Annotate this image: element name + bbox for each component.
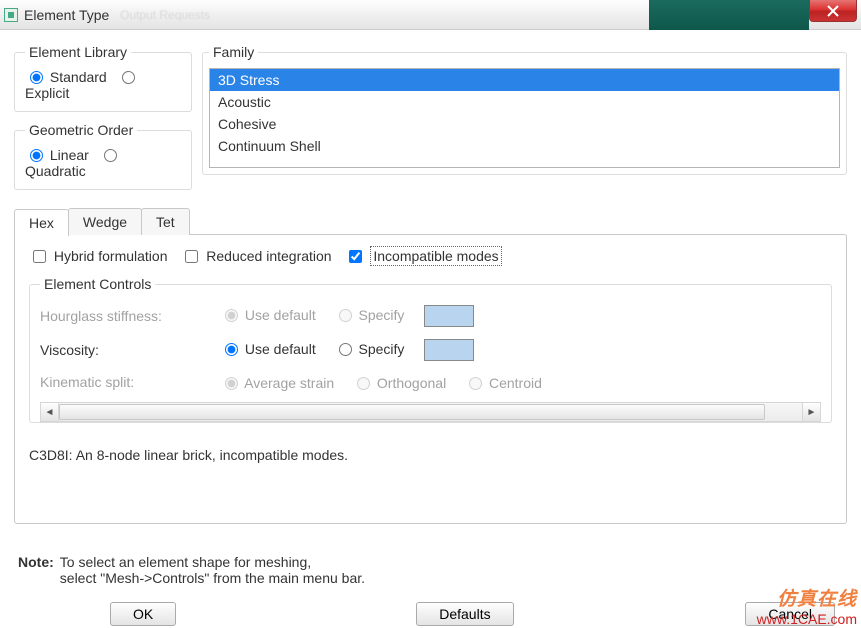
titlebar: Element Type Output Requests xyxy=(0,0,861,30)
check-hybrid-label: Hybrid formulation xyxy=(54,248,168,264)
scroll-right-button[interactable]: ► xyxy=(802,403,820,421)
kinematic-avg: Average strain xyxy=(220,375,334,391)
check-reduced-input[interactable] xyxy=(185,250,198,263)
family-legend: Family xyxy=(209,44,258,60)
radio-standard-label: Standard xyxy=(50,69,107,85)
scroll-left-button[interactable]: ◄ xyxy=(41,403,59,421)
radio-quadratic-input[interactable] xyxy=(104,149,117,162)
geometric-order-group: Geometric Order Linear Quadratic xyxy=(14,122,192,190)
element-library-group: Element Library Standard Explicit xyxy=(14,44,192,112)
note-line1: To select an element shape for meshing, xyxy=(60,554,365,570)
radio-standard[interactable]: Standard xyxy=(25,69,111,85)
close-icon xyxy=(827,5,839,17)
radio-linear-input[interactable] xyxy=(30,149,43,162)
tab-wedge[interactable]: Wedge xyxy=(68,208,142,235)
family-group: Family 3D Stress Acoustic Cohesive Conti… xyxy=(202,44,847,175)
kinematic-opts: Average strain Orthogonal Centroid xyxy=(220,374,821,391)
note-label: Note: xyxy=(18,554,54,586)
check-incompatible[interactable]: Incompatible modes xyxy=(345,248,501,264)
tab-tet[interactable]: Tet xyxy=(141,208,190,235)
hourglass-label: Hourglass stiffness: xyxy=(40,308,220,324)
radio-linear[interactable]: Linear xyxy=(25,147,93,163)
dialog-body: Element Library Standard Explicit Geomet… xyxy=(0,30,861,628)
check-reduced[interactable]: Reduced integration xyxy=(181,248,335,264)
kinematic-label: Kinematic split: xyxy=(40,374,220,390)
viscosity-value-input[interactable] xyxy=(424,339,474,361)
element-controls-legend: Element Controls xyxy=(40,276,155,292)
hourglass-usedefault: Use default xyxy=(220,307,316,323)
viscosity-label: Viscosity: xyxy=(40,342,220,358)
horizontal-scrollbar[interactable]: ◄ ► xyxy=(40,402,821,422)
family-item-3d-stress[interactable]: 3D Stress xyxy=(210,69,839,91)
family-item-cohesive[interactable]: Cohesive xyxy=(210,113,839,135)
ok-button[interactable]: OK xyxy=(110,602,176,626)
kinematic-cent: Centroid xyxy=(464,375,542,391)
note-text: To select an element shape for meshing, … xyxy=(60,554,365,586)
radio-explicit-input[interactable] xyxy=(122,71,135,84)
geometric-order-legend: Geometric Order xyxy=(25,122,137,138)
button-row: OK Defaults Cancel xyxy=(14,602,847,626)
check-incompatible-label: Incompatible modes xyxy=(370,246,501,266)
viscosity-usedefault[interactable]: Use default xyxy=(220,341,316,357)
kinematic-orth: Orthogonal xyxy=(352,375,446,391)
check-hybrid[interactable]: Hybrid formulation xyxy=(29,248,171,264)
background-blur: Output Requests xyxy=(120,0,210,30)
radio-quadratic-label: Quadratic xyxy=(25,163,86,179)
radio-linear-label: Linear xyxy=(50,147,89,163)
tab-hex[interactable]: Hex xyxy=(14,209,69,236)
element-controls-group: Element Controls Hourglass stiffness: Us… xyxy=(29,276,832,423)
viscosity-specify[interactable]: Specify xyxy=(334,341,405,357)
element-library-legend: Element Library xyxy=(25,44,131,60)
chrome-background xyxy=(649,0,809,30)
scroll-thumb[interactable] xyxy=(59,404,765,420)
close-button[interactable] xyxy=(809,0,857,22)
scroll-track[interactable] xyxy=(59,403,802,421)
defaults-button[interactable]: Defaults xyxy=(416,602,513,626)
family-item-acoustic[interactable]: Acoustic xyxy=(210,91,839,113)
note-row: Note: To select an element shape for mes… xyxy=(18,554,847,586)
family-listbox[interactable]: 3D Stress Acoustic Cohesive Continuum Sh… xyxy=(209,68,840,168)
hourglass-specify: Specify xyxy=(334,307,405,323)
family-item-continuum-shell[interactable]: Continuum Shell xyxy=(210,135,839,157)
check-reduced-label: Reduced integration xyxy=(206,248,331,264)
note-line2: select "Mesh->Controls" from the main me… xyxy=(60,570,365,586)
cancel-button[interactable]: Cancel xyxy=(745,602,835,626)
element-description: C3D8I: An 8-node linear brick, incompati… xyxy=(29,447,832,463)
check-hybrid-input[interactable] xyxy=(33,250,46,263)
hourglass-opts: Use default Specify xyxy=(220,305,821,327)
hourglass-value-input xyxy=(424,305,474,327)
window-title: Element Type xyxy=(24,7,109,23)
check-incompatible-input[interactable] xyxy=(349,250,362,263)
tab-panel-hex: Hybrid formulation Reduced integration I… xyxy=(14,234,847,524)
viscosity-opts: Use default Specify xyxy=(220,339,821,361)
tab-strip: Hex Wedge Tet xyxy=(14,208,847,235)
app-icon xyxy=(4,8,18,22)
radio-standard-input[interactable] xyxy=(30,71,43,84)
radio-explicit-label: Explicit xyxy=(25,85,69,101)
